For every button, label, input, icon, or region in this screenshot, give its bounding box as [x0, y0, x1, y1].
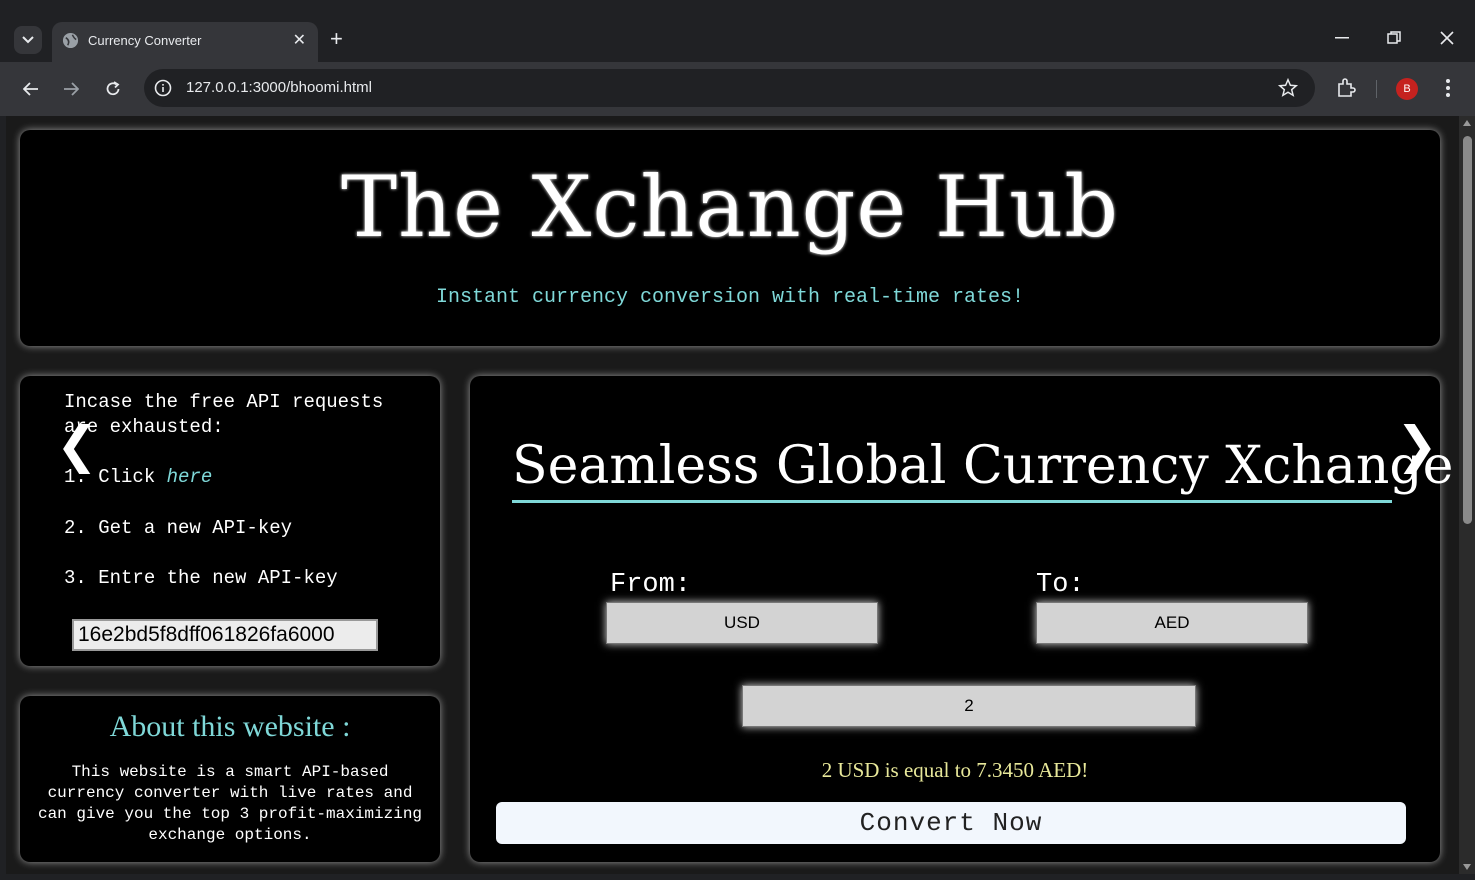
profile-avatar[interactable]: B	[1396, 78, 1418, 100]
converter-panel: Seamless Global Currency Xchange From: T…	[470, 376, 1453, 862]
arrow-right-icon	[64, 82, 79, 96]
page-viewport: The Xchange Hub Instant currency convers…	[6, 116, 1475, 874]
close-tab-icon[interactable]: ✕	[293, 30, 306, 50]
url-text[interactable]: 127.0.0.1:3000/bhoomi.html	[186, 79, 372, 96]
new-tab-button[interactable]: +	[330, 27, 343, 51]
back-button[interactable]	[18, 76, 44, 102]
converter-title: Seamless Global Currency Xchange	[512, 436, 1453, 503]
scroll-down-arrow[interactable]	[1463, 864, 1471, 870]
site-header: The Xchange Hub Instant currency convers…	[20, 130, 1440, 346]
minimize-icon	[1335, 37, 1349, 39]
carousel-prev-arrow[interactable]: ❮	[56, 420, 98, 470]
tab-search-button[interactable]	[14, 26, 42, 54]
about-panel: About this website : This website is a s…	[20, 696, 440, 862]
browser-tab-bar: Currency Converter ✕ +	[0, 0, 1475, 62]
reload-button[interactable]	[100, 76, 126, 102]
site-info-icon[interactable]	[154, 79, 172, 97]
about-title: About this website :	[109, 710, 351, 743]
carousel-next-arrow[interactable]: ❯	[1396, 420, 1438, 470]
from-currency-select[interactable]: USD	[606, 602, 878, 644]
browser-menu-icon[interactable]	[1438, 76, 1458, 100]
arrow-left-icon	[23, 82, 38, 96]
scrollbar-thumb[interactable]	[1463, 136, 1472, 524]
from-label: From:	[610, 570, 692, 600]
tab-title: Currency Converter	[88, 33, 202, 48]
restore-icon	[1387, 31, 1401, 44]
to-currency-select[interactable]: AED	[1036, 602, 1308, 644]
toolbar-separator	[1376, 80, 1377, 98]
conversion-result: 2 USD is equal to 7.3450 AED!	[821, 758, 1089, 782]
scroll-up-arrow[interactable]	[1463, 120, 1471, 126]
about-body: This website is a smart API-based curren…	[37, 763, 423, 844]
restore-button[interactable]	[1384, 28, 1404, 48]
site-title: The Xchange Hub	[341, 158, 1119, 256]
vertical-scrollbar[interactable]	[1459, 116, 1475, 874]
api-key-input[interactable]	[72, 619, 378, 651]
amount-input[interactable]: 2	[742, 685, 1196, 727]
api-step-2: 2. Get a new API-key	[64, 517, 293, 539]
browser-toolbar: 127.0.0.1:3000/bhoomi.html B	[0, 62, 1475, 116]
api-intro-text: Incase the free API requests are exhaust…	[64, 391, 384, 438]
browser-tab[interactable]: Currency Converter ✕	[52, 22, 318, 62]
globe-icon	[62, 32, 79, 49]
api-step-3: 3. Entre the new API-key	[64, 567, 338, 589]
extensions-icon[interactable]	[1334, 76, 1358, 100]
get-api-key-link[interactable]: here	[167, 466, 213, 488]
reload-icon	[106, 81, 120, 96]
bookmark-star-icon[interactable]	[1277, 77, 1299, 99]
minimize-button[interactable]	[1332, 28, 1352, 48]
chevron-down-icon	[22, 36, 34, 44]
address-bar[interactable]: 127.0.0.1:3000/bhoomi.html	[144, 69, 1315, 107]
site-tagline: Instant currency conversion with real-ti…	[435, 286, 1025, 309]
close-window-button[interactable]	[1437, 28, 1457, 48]
forward-button[interactable]	[58, 76, 84, 102]
to-label: To:	[1036, 570, 1085, 600]
convert-now-button[interactable]: Convert Now	[496, 802, 1406, 844]
close-icon	[1440, 31, 1454, 45]
